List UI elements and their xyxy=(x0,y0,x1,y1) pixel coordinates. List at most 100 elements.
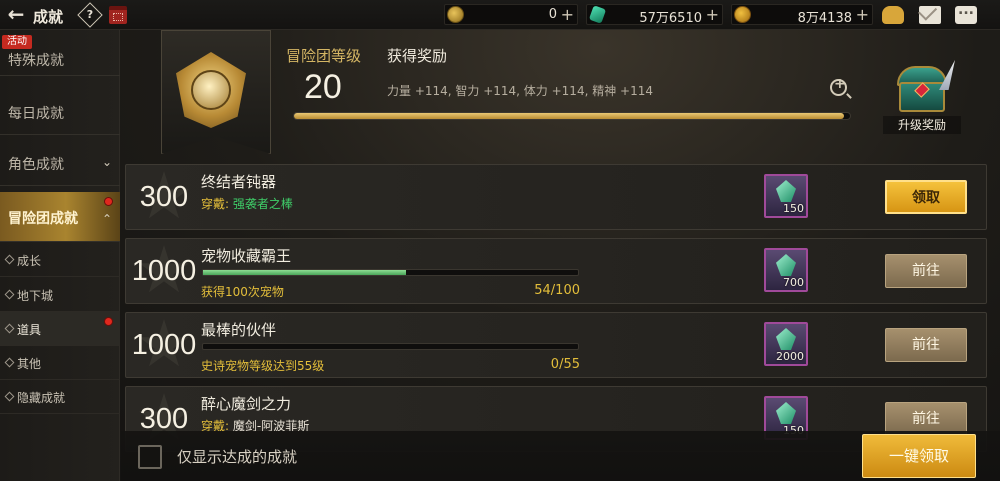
achievement-count: 54/100 xyxy=(534,283,580,298)
treasure-chest-icon[interactable] xyxy=(891,60,955,116)
sub-item-label: 其他 xyxy=(17,357,42,371)
reward-quantity: 700 xyxy=(783,276,804,289)
event-badge: 活动 xyxy=(2,35,32,49)
sidebar-item-label: 每日成就 xyxy=(8,106,64,122)
sub-item-label: 成长 xyxy=(17,254,42,268)
reward-item[interactable]: 700 xyxy=(764,248,808,292)
achievement-name: 醉心魔剑之力 xyxy=(201,395,292,413)
reward-item[interactable]: 150 xyxy=(764,174,808,218)
sidebar-item-daily[interactable]: 每日成就 xyxy=(0,89,120,135)
sidebar-item-label: 特殊成就 xyxy=(8,53,64,69)
achievement-progress-bar xyxy=(202,269,579,276)
go-button[interactable]: 前往 xyxy=(885,328,967,362)
gold-value: 0 xyxy=(548,7,557,22)
achievement-description: 获得100次宠物 xyxy=(201,285,284,299)
sub-item-label: 道具 xyxy=(17,323,42,337)
gem-icon xyxy=(588,5,607,24)
currency-gem: 57万6510 + xyxy=(586,4,723,26)
zoom-in-icon[interactable] xyxy=(830,76,847,96)
question-icon: ? xyxy=(86,8,94,21)
bottom-bar: 仅显示达成的成就 一键领取 xyxy=(121,431,1000,481)
achievement-points: 1000 xyxy=(131,255,197,287)
notification-dot xyxy=(104,317,113,326)
reward-quantity: 150 xyxy=(783,202,804,215)
achievement-points: 300 xyxy=(139,181,189,213)
chevron-down-icon: ⌄ xyxy=(101,155,112,169)
calendar-icon[interactable] xyxy=(109,6,127,24)
page-title: 成就 xyxy=(33,8,64,26)
level-value: 20 xyxy=(304,68,342,106)
level-label: 冒险团等级 xyxy=(286,47,362,65)
claim-all-button[interactable]: 一键领取 xyxy=(862,434,976,478)
arrow-left-icon: ← xyxy=(7,2,25,26)
diamond-bullet-icon xyxy=(4,391,15,402)
achievement-description: 史诗宠物等级达到55级 xyxy=(201,359,325,373)
reward-title: 获得奖励 xyxy=(387,47,448,65)
sidebar-item-label: 冒险团成就 xyxy=(8,211,78,227)
reward-item[interactable]: 2000 xyxy=(764,322,808,366)
diamond-bullet-icon xyxy=(4,357,15,368)
desc-prefix: 穿戴: xyxy=(201,197,233,211)
lion-face-icon xyxy=(191,70,231,110)
achievement-name: 最棒的伙伴 xyxy=(201,321,277,339)
chevron-up-icon: ⌃ xyxy=(101,212,112,226)
add-gem-button[interactable]: + xyxy=(706,5,719,24)
achievement-description: 穿戴: 强袭者之棒 xyxy=(201,195,293,212)
diamond-bullet-icon xyxy=(4,323,15,334)
level-progress-bar xyxy=(293,112,851,120)
achievement-points: 1000 xyxy=(131,329,197,361)
add-coin-button[interactable]: + xyxy=(856,5,869,24)
sub-item-label: 地下城 xyxy=(17,289,54,303)
sub-item-label: 隐藏成就 xyxy=(17,391,66,405)
money-bag-icon[interactable] xyxy=(882,6,904,24)
currency-gold: 0 + xyxy=(444,4,578,25)
level-reward-label[interactable]: 升级奖励 xyxy=(883,116,961,134)
add-gold-button[interactable]: + xyxy=(561,5,574,24)
adventure-header: 冒险团等级 20 获得奖励 力量 +114, 智力 +114, 体力 +114,… xyxy=(121,30,1000,160)
achievements-screen: ← 成就 ? 0 + 57万6510 + 8万4138 + 活动 特殊成就 每日 xyxy=(0,0,1000,481)
coin-value: 8万4138 xyxy=(797,11,852,26)
currency-coin: 8万4138 + xyxy=(731,4,873,26)
back-button[interactable]: ← xyxy=(4,3,28,27)
crystal-icon xyxy=(776,254,796,276)
achievement-name: 宠物收藏霸王 xyxy=(201,247,292,265)
sidebar-item-adventure[interactable]: 冒险团成就 ⌃ xyxy=(0,192,120,242)
mail-icon[interactable] xyxy=(919,6,941,24)
sidebar: 活动 特殊成就 每日成就 角色成就 ⌄ 冒险团成就 ⌃ 成长 地下城 道具 其他… xyxy=(0,30,120,481)
coin-icon xyxy=(734,6,751,23)
top-bar: ← 成就 ? 0 + 57万6510 + 8万4138 + xyxy=(0,0,1000,30)
sub-item-hidden[interactable]: 隐藏成就 xyxy=(0,380,120,414)
sidebar-item-character[interactable]: 角色成就 ⌄ xyxy=(0,140,120,186)
crystal-icon xyxy=(776,180,796,202)
show-completed-checkbox[interactable] xyxy=(138,445,162,469)
diamond-bullet-icon xyxy=(4,289,15,300)
achievement-progress-bar xyxy=(202,343,579,350)
sub-item-other[interactable]: 其他 xyxy=(0,346,120,380)
notification-dot xyxy=(104,197,113,206)
help-button[interactable]: ? xyxy=(77,2,103,28)
sub-item-growth[interactable]: 成长 xyxy=(0,243,120,277)
crystal-icon xyxy=(776,402,796,424)
sidebar-item-special[interactable]: 活动 特殊成就 xyxy=(0,30,120,76)
checkbox-label[interactable]: 仅显示达成的成就 xyxy=(177,446,297,467)
achievement-row: 1000 宠物收藏霸王 获得100次宠物 54/100 700 前往 xyxy=(125,238,987,304)
achievement-row: 1000 最棒的伙伴 史诗宠物等级达到55级 0/55 2000 前往 xyxy=(125,312,987,378)
desc-item-name: 强袭者之棒 xyxy=(232,197,293,211)
achievement-progress-fill xyxy=(203,270,406,275)
go-button[interactable]: 前往 xyxy=(885,254,967,288)
reward-description: 力量 +114, 智力 +114, 体力 +114, 精神 +114 xyxy=(387,84,653,98)
achievement-row: 300 终结者钝器 穿戴: 强袭者之棒 150 领取 xyxy=(125,164,987,230)
gem-value: 57万6510 xyxy=(639,11,702,26)
achievement-name: 终结者钝器 xyxy=(201,173,277,191)
chat-icon[interactable] xyxy=(955,2,977,24)
crystal-icon xyxy=(776,328,796,350)
sub-item-dungeon[interactable]: 地下城 xyxy=(0,278,120,312)
reward-quantity: 2000 xyxy=(776,350,804,363)
level-progress-fill xyxy=(294,113,845,119)
achievement-count: 0/55 xyxy=(550,357,580,372)
diamond-bullet-icon xyxy=(4,254,15,265)
sub-item-items[interactable]: 道具 xyxy=(0,312,120,346)
gold-coin-icon xyxy=(447,6,464,23)
claim-button[interactable]: 领取 xyxy=(885,180,967,214)
sidebar-item-label: 角色成就 xyxy=(8,157,64,173)
